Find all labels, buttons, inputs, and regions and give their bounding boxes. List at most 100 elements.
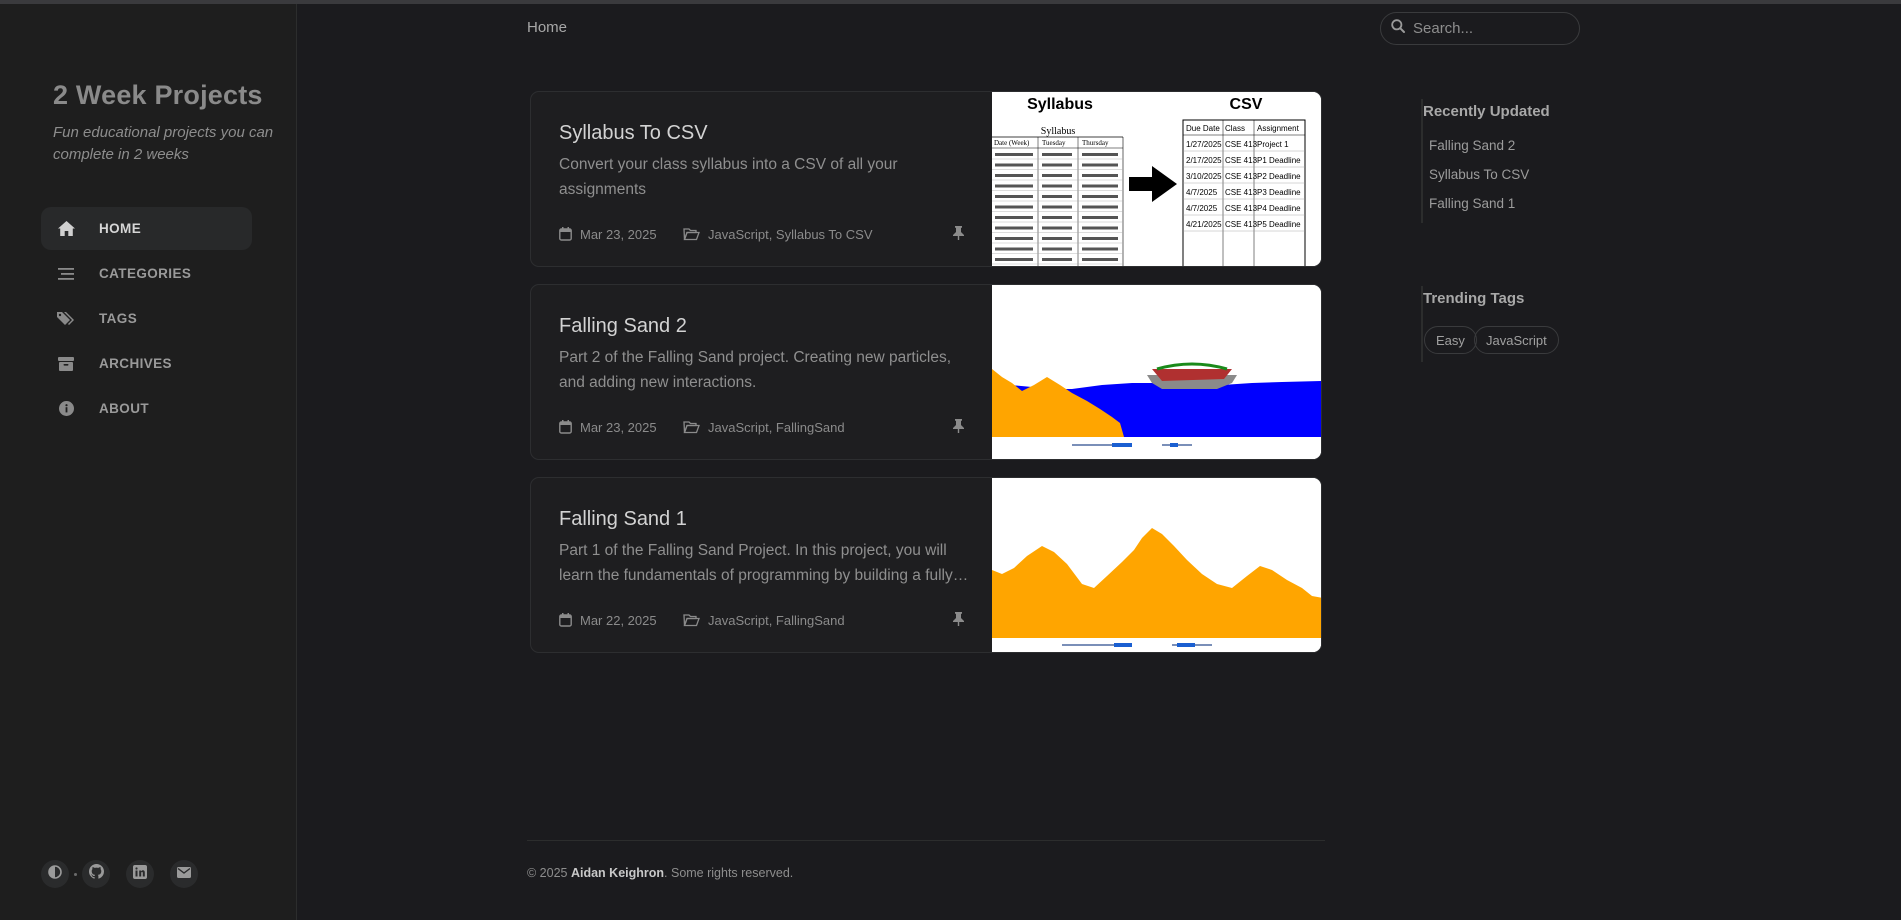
post-meta: Mar 22, 2025 JavaScript, FallingSand bbox=[559, 611, 964, 629]
pin-icon bbox=[953, 225, 964, 243]
preview-syllabus-cell bbox=[1082, 237, 1118, 240]
preview-csv-cell: Project 1 bbox=[1257, 140, 1289, 149]
preview-csv-cell: P3 Deadline bbox=[1257, 188, 1301, 197]
preview-syllabus-cell bbox=[1082, 226, 1118, 230]
search-input[interactable] bbox=[1413, 20, 1573, 37]
recent-post-link[interactable]: Falling Sand 1 bbox=[1429, 196, 1515, 211]
breadcrumb: Home bbox=[527, 19, 568, 36]
post-card-falling-sand-1[interactable]: Falling Sand 1 Part 1 of the Falling San… bbox=[530, 477, 1322, 653]
preview-syllabus-cell bbox=[1042, 163, 1072, 167]
preview-csv-header: Assignment bbox=[1257, 124, 1300, 133]
site-title[interactable]: 2 Week Projects bbox=[53, 80, 263, 111]
tag-javascript[interactable]: JavaScript bbox=[1474, 326, 1559, 354]
sidebar: 2 Week Projects Fun educational projects… bbox=[0, 4, 297, 920]
footer-author-link[interactable]: Aidan Keighron bbox=[571, 866, 664, 880]
linkedin-icon bbox=[133, 864, 147, 884]
sidebar-item-tags[interactable]: TAGS bbox=[41, 297, 252, 340]
sidebar-item-categories[interactable]: CATEGORIES bbox=[41, 252, 252, 295]
preview-syllabus-cell bbox=[995, 216, 1033, 219]
sidebar-item-label: CATEGORIES bbox=[99, 266, 192, 281]
post-categories[interactable]: JavaScript, FallingSand bbox=[708, 613, 845, 628]
theme-toggle-icon bbox=[48, 864, 62, 884]
sidebar-item-label: HOME bbox=[99, 221, 142, 236]
preview-csv-cell: CSE 413 bbox=[1225, 156, 1258, 165]
post-title[interactable]: Syllabus To CSV bbox=[559, 122, 708, 145]
recent-post-link[interactable]: Syllabus To CSV bbox=[1429, 167, 1529, 182]
preview-csv-cell: P1 Deadline bbox=[1257, 156, 1301, 165]
preview-csv-cell: 3/10/2025 bbox=[1186, 172, 1222, 181]
site-subtitle: Fun educational projects you can complet… bbox=[53, 124, 274, 163]
post-card-falling-sand-2[interactable]: Falling Sand 2 Part 2 of the Falling San… bbox=[530, 284, 1322, 460]
info-icon bbox=[56, 399, 76, 419]
post-description: Part 2 of the Falling Sand project. Crea… bbox=[559, 349, 952, 391]
preview-csv-cell: CSE 413 bbox=[1225, 204, 1258, 213]
folder-open-icon bbox=[683, 420, 700, 434]
preview-syllabus-heading: Syllabus bbox=[1027, 96, 1093, 113]
tags-icon bbox=[56, 309, 76, 329]
recent-post-link[interactable]: Falling Sand 2 bbox=[1429, 138, 1515, 153]
post-title[interactable]: Falling Sand 1 bbox=[559, 508, 687, 531]
post-date: Mar 23, 2025 bbox=[580, 226, 657, 242]
post-card-syllabus-to-csv[interactable]: Syllabus To CSV Convert your class sylla… bbox=[530, 91, 1322, 267]
preview-syllabus-cell bbox=[1042, 184, 1072, 188]
preview-syllabus-cell bbox=[1082, 163, 1118, 167]
tag-easy[interactable]: Easy bbox=[1424, 326, 1477, 354]
post-date: Mar 22, 2025 bbox=[580, 612, 657, 628]
preview-syllabus-cell bbox=[995, 237, 1033, 240]
preview-csv-cell: CSE 413 bbox=[1225, 140, 1258, 149]
folder-open-icon bbox=[683, 227, 700, 241]
post-categories[interactable]: JavaScript, Syllabus To CSV bbox=[708, 227, 873, 242]
post-description: Part 1 of the Falling Sand Project. In t… bbox=[559, 542, 953, 584]
footer-divider bbox=[527, 840, 1325, 841]
preview-syllabus-cell bbox=[1082, 153, 1118, 156]
preview-syllabus-cell bbox=[1042, 247, 1072, 251]
preview-syllabus-cell bbox=[1042, 153, 1072, 156]
preview-syllabus-col: Thursday bbox=[1082, 139, 1109, 147]
preview-syllabus-cell bbox=[995, 247, 1033, 251]
preview-syllabus-cell bbox=[1082, 216, 1118, 219]
post-categories[interactable]: JavaScript, FallingSand bbox=[708, 420, 845, 435]
sidebar-item-home[interactable]: HOME bbox=[41, 207, 252, 250]
preview-csv-cell: P5 Deadline bbox=[1257, 220, 1301, 229]
preview-syllabus-cell bbox=[995, 153, 1033, 156]
sidebar-item-archives[interactable]: ARCHIVES bbox=[41, 342, 252, 385]
sidebar-nav: HOME CATEGORIES TAGS ARCHIVES ABOUT bbox=[41, 207, 252, 432]
linkedin-button[interactable] bbox=[126, 860, 154, 888]
calendar-icon bbox=[559, 420, 572, 434]
preview-csv-heading: CSV bbox=[1230, 96, 1263, 113]
preview-syllabus-cell bbox=[1042, 216, 1072, 219]
github-button[interactable] bbox=[82, 860, 110, 888]
sidebar-item-about[interactable]: ABOUT bbox=[41, 387, 252, 430]
preview-syllabus-cell bbox=[1042, 174, 1072, 177]
preview-syllabus-cell bbox=[995, 174, 1033, 177]
preview-syllabus-subheading: Syllabus bbox=[1041, 126, 1076, 137]
recently-updated-panel: Recently Updated Falling Sand 2 Syllabus… bbox=[1421, 99, 1550, 223]
search-icon bbox=[1391, 19, 1405, 38]
recently-updated-title: Recently Updated bbox=[1423, 103, 1550, 120]
post-title[interactable]: Falling Sand 2 bbox=[559, 315, 687, 338]
email-button[interactable] bbox=[170, 860, 198, 888]
preview-csv-cell: 4/7/2025 bbox=[1186, 188, 1218, 197]
preview-csv-header: Due Date bbox=[1186, 124, 1220, 133]
search-box[interactable] bbox=[1380, 12, 1580, 45]
folder-open-icon bbox=[683, 613, 700, 627]
theme-toggle-button[interactable] bbox=[41, 860, 69, 888]
preview-syllabus-cell bbox=[995, 163, 1033, 167]
pin-icon bbox=[953, 611, 964, 629]
post-meta: Mar 23, 2025 JavaScript, Syllabus To CSV bbox=[559, 225, 964, 243]
footer-rights: . Some rights reserved. bbox=[664, 866, 794, 880]
preview-syllabus-col: Date (Week) bbox=[994, 139, 1030, 147]
sidebar-bottom-links bbox=[41, 860, 198, 888]
preview-csv-header: Class bbox=[1225, 124, 1245, 133]
home-icon bbox=[56, 219, 76, 239]
preview-syllabus-cell bbox=[995, 258, 1033, 261]
preview-syllabus-cell bbox=[995, 226, 1033, 230]
separator-dot bbox=[74, 872, 77, 876]
post-preview-image bbox=[992, 285, 1321, 459]
preview-csv-cell: 4/21/2025 bbox=[1186, 220, 1222, 229]
post-meta: Mar 23, 2025 JavaScript, FallingSand bbox=[559, 418, 964, 436]
trending-tags-title: Trending Tags bbox=[1423, 290, 1525, 307]
preview-csv-cell: P4 Deadline bbox=[1257, 204, 1301, 213]
footer-copyright: © 2025 bbox=[527, 866, 571, 880]
preview-syllabus-cell bbox=[1042, 195, 1072, 198]
